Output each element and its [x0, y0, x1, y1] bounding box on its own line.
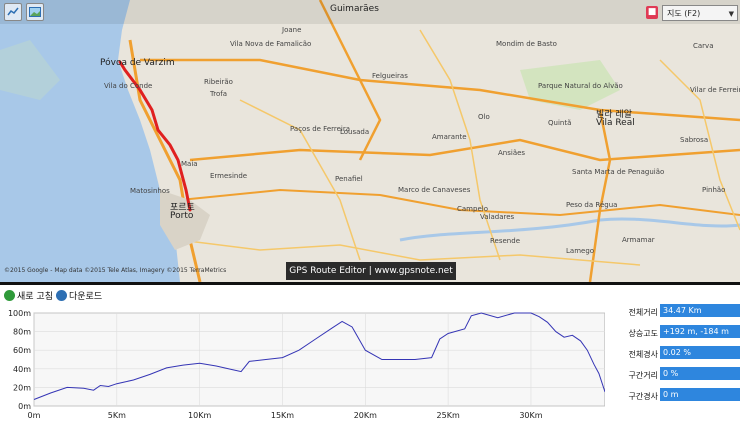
place-label: Peso da Régua [566, 201, 618, 209]
stat-label: 전체경사 [628, 350, 658, 359]
elevation-icon[interactable] [4, 3, 22, 21]
place-label: Amarante [432, 133, 467, 141]
map-type-select[interactable]: 지도 (F2) ▼ [662, 5, 738, 21]
stat-value: 34.47 Km [660, 304, 740, 317]
stat-value: 0.02 % [660, 346, 740, 359]
place-label: Olo [478, 113, 490, 121]
stat-label: 상승고도 [628, 329, 658, 338]
place-label: Carva [693, 42, 714, 50]
map-copyright: ©2015 Google - Map data ©2015 Tele Atlas… [4, 267, 227, 274]
place-label: Vila Real [596, 118, 635, 128]
place-label: Lousada [340, 128, 370, 136]
place-label: Ribeirão [204, 78, 233, 86]
place-label: Vila do Conde [104, 82, 153, 90]
place-label: Armamar [622, 236, 655, 244]
y-tick-label: 0m [18, 402, 31, 411]
place-label: Maia [181, 160, 198, 168]
place-label: Pinhão [702, 186, 726, 194]
place-label: Quintã [548, 119, 572, 127]
stat-label: 구간경사 [628, 392, 658, 401]
stat-value: 0 m [660, 388, 740, 401]
stat-label: 구간거리 [628, 371, 658, 380]
elevation-chart[interactable]: 0m 20m 40m 60m 80m 100m 0m 5Km 10Km 15Km 20Km 25Km 3… [0, 300, 605, 448]
place-label: Joane [282, 26, 302, 34]
place-label: Marco de Canaveses [398, 186, 471, 194]
x-tick-label: 15Km [271, 411, 294, 420]
stat-value: 0 % [660, 367, 740, 380]
place-label: Trofa [210, 90, 228, 98]
place-label: Porto [170, 211, 194, 221]
place-label: Resende [490, 237, 520, 245]
stat-value: +192 m, -184 m [660, 325, 740, 338]
stat-row: 전체경사 0.02 % [608, 346, 740, 365]
map-image-icon[interactable] [26, 3, 44, 21]
map-view[interactable]: ■ 지도 (F2) ▼ Guimarães Joane Vila Nova de… [0, 0, 740, 282]
stat-row: 구간거리 0 % [608, 367, 740, 386]
place-label: Ermesinde [210, 172, 248, 180]
y-tick-label: 80m [13, 328, 31, 337]
place-label: Valadares [480, 213, 515, 221]
place-label: Penafiel [335, 175, 363, 183]
x-tick-label: 5Km [108, 411, 126, 420]
globe-icon [56, 289, 67, 301]
place-label: Parque Natural do Alvão [538, 82, 623, 90]
stat-row: 구간경사 0 m [608, 388, 740, 407]
place-label: Póvoa de Varzim [100, 58, 175, 68]
place-label: Felgueiras [372, 72, 408, 80]
lock-icon[interactable]: ■ [646, 6, 658, 19]
place-label: Mondim de Basto [496, 40, 557, 48]
stat-row: 상승고도 +192 m, -184 m [608, 325, 740, 344]
place-label: Santa Marta de Penaguião [572, 168, 665, 176]
y-tick-label: 40m [13, 365, 31, 374]
chevron-down-icon: ▼ [728, 10, 734, 18]
place-label: Vila Nova de Famalicão [230, 40, 312, 48]
x-tick-label: 20Km [354, 411, 377, 420]
x-tick-label: 25Km [437, 411, 460, 420]
map-type-select-label: 지도 (F2) [667, 9, 701, 18]
plot-area [33, 312, 605, 407]
x-tick-label: 0m [28, 411, 41, 420]
x-tick-label: 30Km [519, 411, 542, 420]
stat-label: 전체거리 [628, 308, 658, 317]
stat-row: 전체거리 34.47 Km [608, 304, 740, 323]
y-tick-label: 20m [13, 383, 31, 392]
y-tick-label: 60m [13, 346, 31, 355]
x-tick-label: 10Km [188, 411, 211, 420]
stats-panel: 전체거리 34.47 Km 상승고도 +192 m, -184 m 전체경사 0… [608, 304, 740, 409]
place-label: Sabrosa [680, 136, 709, 144]
place-label: Ansiães [498, 149, 526, 157]
place-label: Vilar de Ferreiros [690, 86, 740, 94]
app-banner[interactable]: GPS Route Editor | www.gpsnote.net [286, 262, 456, 280]
place-label: Lamego [566, 247, 595, 255]
place-label: Matosinhos [130, 187, 170, 195]
place-label: Guimarães [330, 4, 379, 14]
y-tick-label: 100m [8, 309, 31, 318]
place-label: Campelo [457, 205, 488, 213]
refresh-icon [4, 289, 15, 301]
